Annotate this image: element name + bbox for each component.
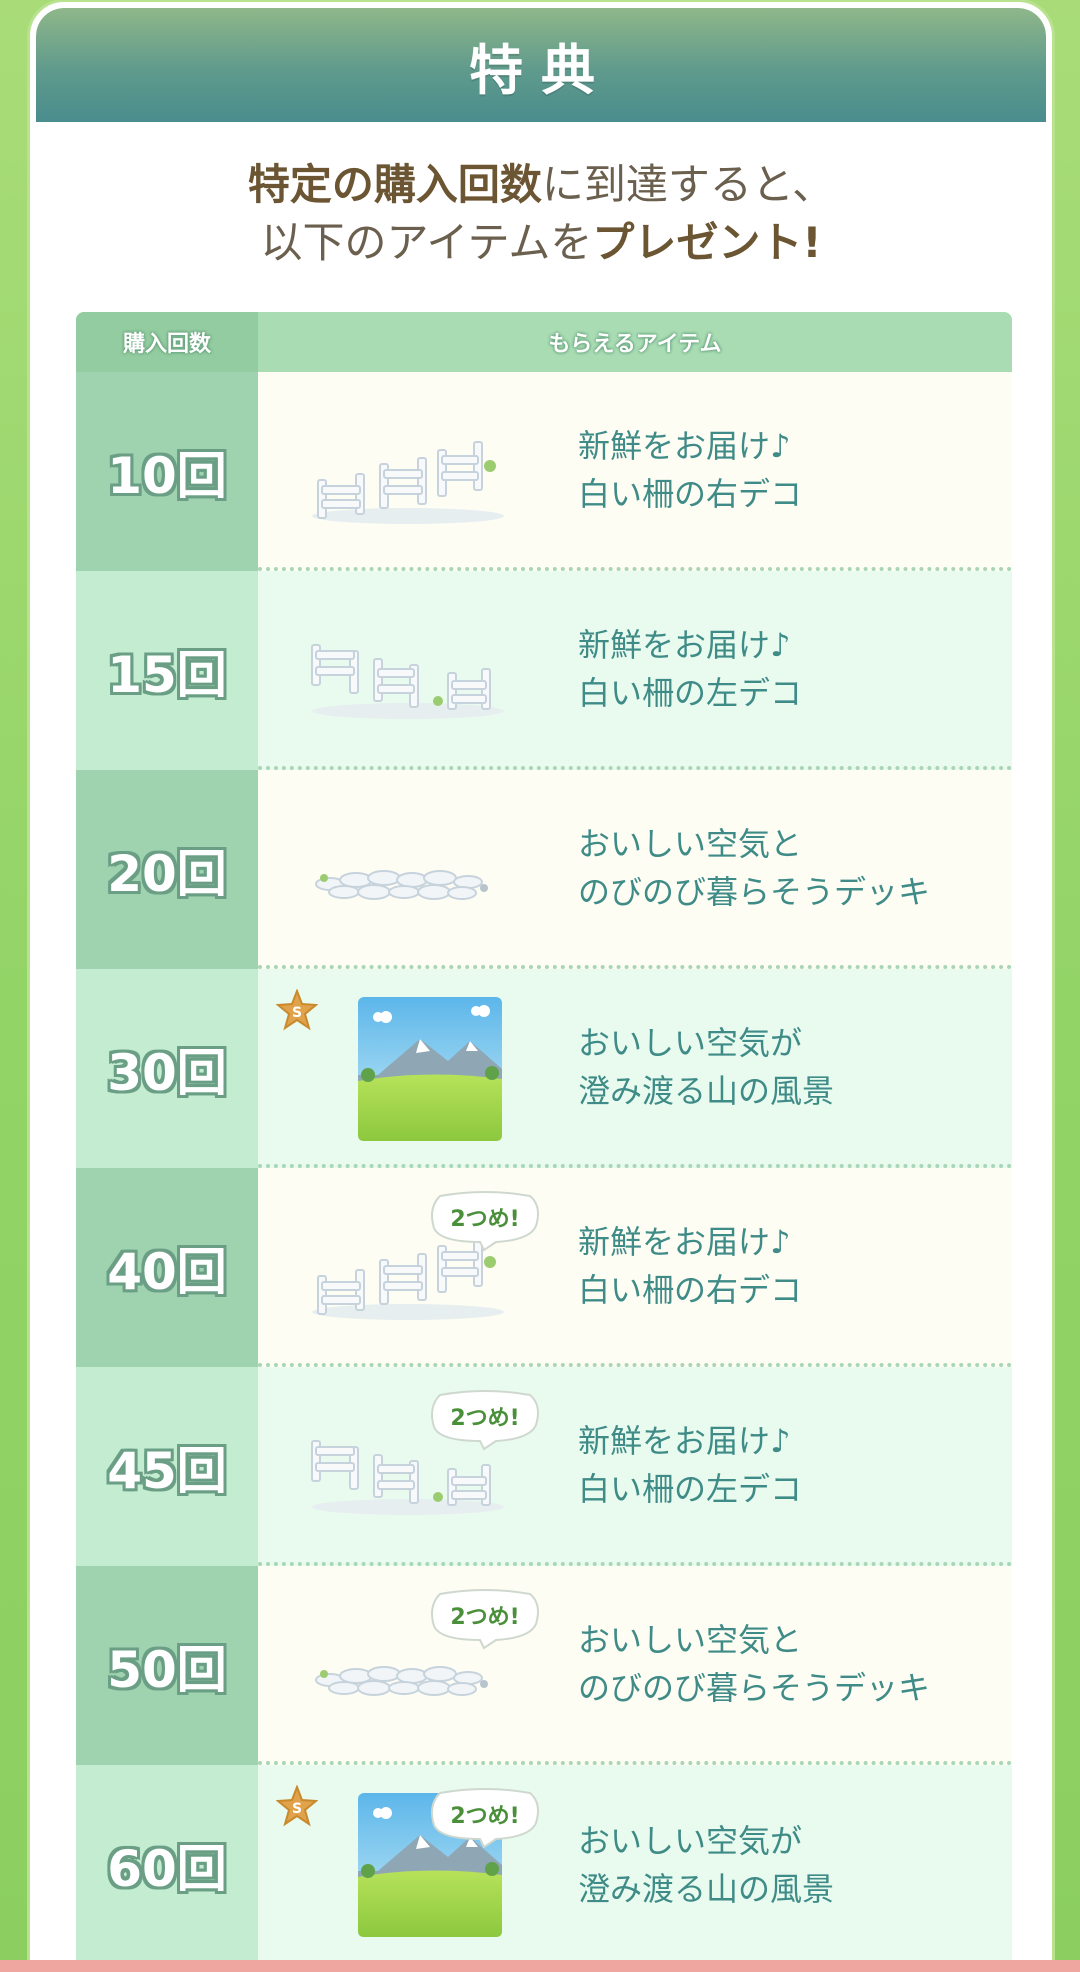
special-star-icon: S (276, 989, 318, 1031)
table-row: 15回 新鮮をお届け♪ 白い柵の左デコ (76, 571, 1012, 770)
reward-line-1: 新鮮をお届け♪ (578, 1421, 791, 1460)
second-item-badge-icon: 2つめ! (431, 1390, 539, 1451)
reward-line-2: のびのび暮らそうデッキ (578, 872, 931, 911)
reward-description: 新鮮をお届け♪ 白い柵の左デコ (578, 621, 802, 717)
reward-line-2: のびのび暮らそうデッキ (578, 1668, 931, 1707)
table-row: 30回 S おいしい空気が 澄み渡る山の風景 (76, 969, 1012, 1168)
reward-cell: 2つめ! 新鮮をお届け♪ 白い柵の右デコ (258, 1168, 1012, 1367)
reward-description: 新鮮をお届け♪ 白い柵の左デコ (578, 1417, 802, 1513)
table-row: 45回 2つめ! 新鮮をお届け♪ 白い柵の左デコ (76, 1367, 1012, 1566)
bottom-strip (0, 1960, 1080, 1972)
reward-line-2: 澄み渡る山の風景 (578, 1071, 835, 1110)
privilege-panel: 特典 特定の購入回数に到達すると、 以下のアイテムをプレゼント! 購入回数 もら… (30, 2, 1052, 1972)
page-title: 特典 (469, 38, 613, 102)
intro-line-2: 以下のアイテムをプレゼント! (260, 218, 822, 267)
column-header-count: 購入回数 (76, 312, 258, 372)
reward-cell: 新鮮をお届け♪ 白い柵の右デコ (258, 372, 1012, 571)
reward-description: おいしい空気が 澄み渡る山の風景 (578, 1019, 834, 1115)
reward-line-1: 新鮮をお届け♪ (578, 426, 791, 465)
reward-line-2: 白い柵の左デコ (578, 1469, 803, 1508)
special-star-label: S (292, 1005, 302, 1021)
reward-line-1: 新鮮をお届け♪ (578, 1222, 791, 1261)
reward-line-2: 白い柵の右デコ (578, 474, 803, 513)
table-row: 10回 新鮮をお届け♪ 白い柵の右デコ (76, 372, 1012, 571)
intro-text: 特定の購入回数に到達すると、 以下のアイテムをプレゼント! (36, 122, 1046, 272)
reward-cell: おいしい空気とのびのび暮らそうデッキ (258, 770, 1012, 969)
second-item-badge-label: 2つめ! (450, 1804, 519, 1829)
second-item-badge-icon: 2つめ! (431, 1191, 539, 1252)
table-body: 10回 新鮮をお届け♪ 白い柵の右デコ 15回 新鮮をお届け♪ 白い柵の左デコ 20回 (76, 372, 1012, 1964)
reward-cell: S 2つめ! おいしい空気が 澄み渡る山の風景 (258, 1765, 1012, 1964)
reward-line-2: 白い柵の右デコ (578, 1270, 803, 1309)
table-row: 20回 おいしい空気とのびのび暮らそうデッキ (76, 770, 1012, 969)
second-item-badge-icon: 2つめ! (431, 1589, 539, 1650)
reward-line-1: 新鮮をお届け♪ (578, 625, 791, 664)
reward-line-1: おいしい空気が (578, 1821, 803, 1860)
reward-cell: 2つめ! 新鮮をお届け♪ 白い柵の左デコ (258, 1367, 1012, 1566)
reward-line-1: おいしい空気と (578, 1620, 803, 1659)
second-item-badge-label: 2つめ! (450, 1207, 519, 1232)
fence-left-icon (311, 644, 504, 719)
panel-header: 特典 (36, 8, 1046, 122)
table-row: 60回 S 2つめ! おいしい空気が 澄み渡る山の風景 (76, 1765, 1012, 1964)
column-header-items: もらえるアイテム (548, 332, 722, 357)
special-star-label: S (292, 1801, 302, 1817)
reward-description: 新鮮をお届け♪ 白い柵の右デコ (578, 422, 802, 518)
reward-cell: 2つめ! おいしい空気とのびのび暮らそうデッキ (258, 1566, 1012, 1765)
purchase-count: 45回 (76, 1367, 258, 1566)
reward-cell: S おいしい空気が 澄み渡る山の風景 (258, 969, 1012, 1168)
purchase-count: 40回 (76, 1168, 258, 1367)
purchase-count: 10回 (76, 372, 258, 571)
reward-line-1: おいしい空気が (578, 1023, 803, 1062)
reward-description: おいしい空気とのびのび暮らそうデッキ (578, 1616, 930, 1712)
special-star-icon: S (276, 1785, 318, 1827)
reward-cell: 新鮮をお届け♪ 白い柵の左デコ (258, 571, 1012, 770)
table-header: 購入回数 もらえるアイテム (76, 312, 1012, 372)
second-item-badge-icon: 2つめ! (431, 1788, 539, 1849)
table-row: 40回 2つめ! 新鮮をお届け♪ 白い柵の右デコ (76, 1168, 1012, 1367)
reward-line-1: おいしい空気と (578, 824, 803, 863)
purchase-count: 15回 (76, 571, 258, 770)
purchase-count: 30回 (76, 969, 258, 1168)
intro-line-1: 特定の購入回数に到達すると、 (247, 160, 835, 209)
reward-line-2: 白い柵の左デコ (578, 673, 803, 712)
reward-description: おいしい空気とのびのび暮らそうデッキ (578, 820, 930, 916)
second-item-badge-label: 2つめ! (450, 1605, 519, 1630)
second-item-badge-label: 2つめ! (450, 1406, 519, 1431)
fence-right-icon (312, 441, 504, 524)
stone-deck-icon (315, 870, 488, 900)
purchase-count: 60回 (76, 1765, 258, 1964)
mountain-landscape-icon (358, 997, 502, 1141)
reward-line-2: 澄み渡る山の風景 (578, 1869, 835, 1908)
reward-description: おいしい空気が 澄み渡る山の風景 (578, 1817, 834, 1913)
rewards-table: 購入回数 もらえるアイテム 10回 新鮮をお届け♪ 白い柵の右デコ 15回 新鮮を (76, 312, 1012, 1964)
reward-description: 新鮮をお届け♪ 白い柵の右デコ (578, 1218, 802, 1314)
table-row: 50回 2つめ! おいしい空気とのびのび暮らそうデッキ (76, 1566, 1012, 1765)
purchase-count: 20回 (76, 770, 258, 969)
purchase-count: 50回 (76, 1566, 258, 1765)
